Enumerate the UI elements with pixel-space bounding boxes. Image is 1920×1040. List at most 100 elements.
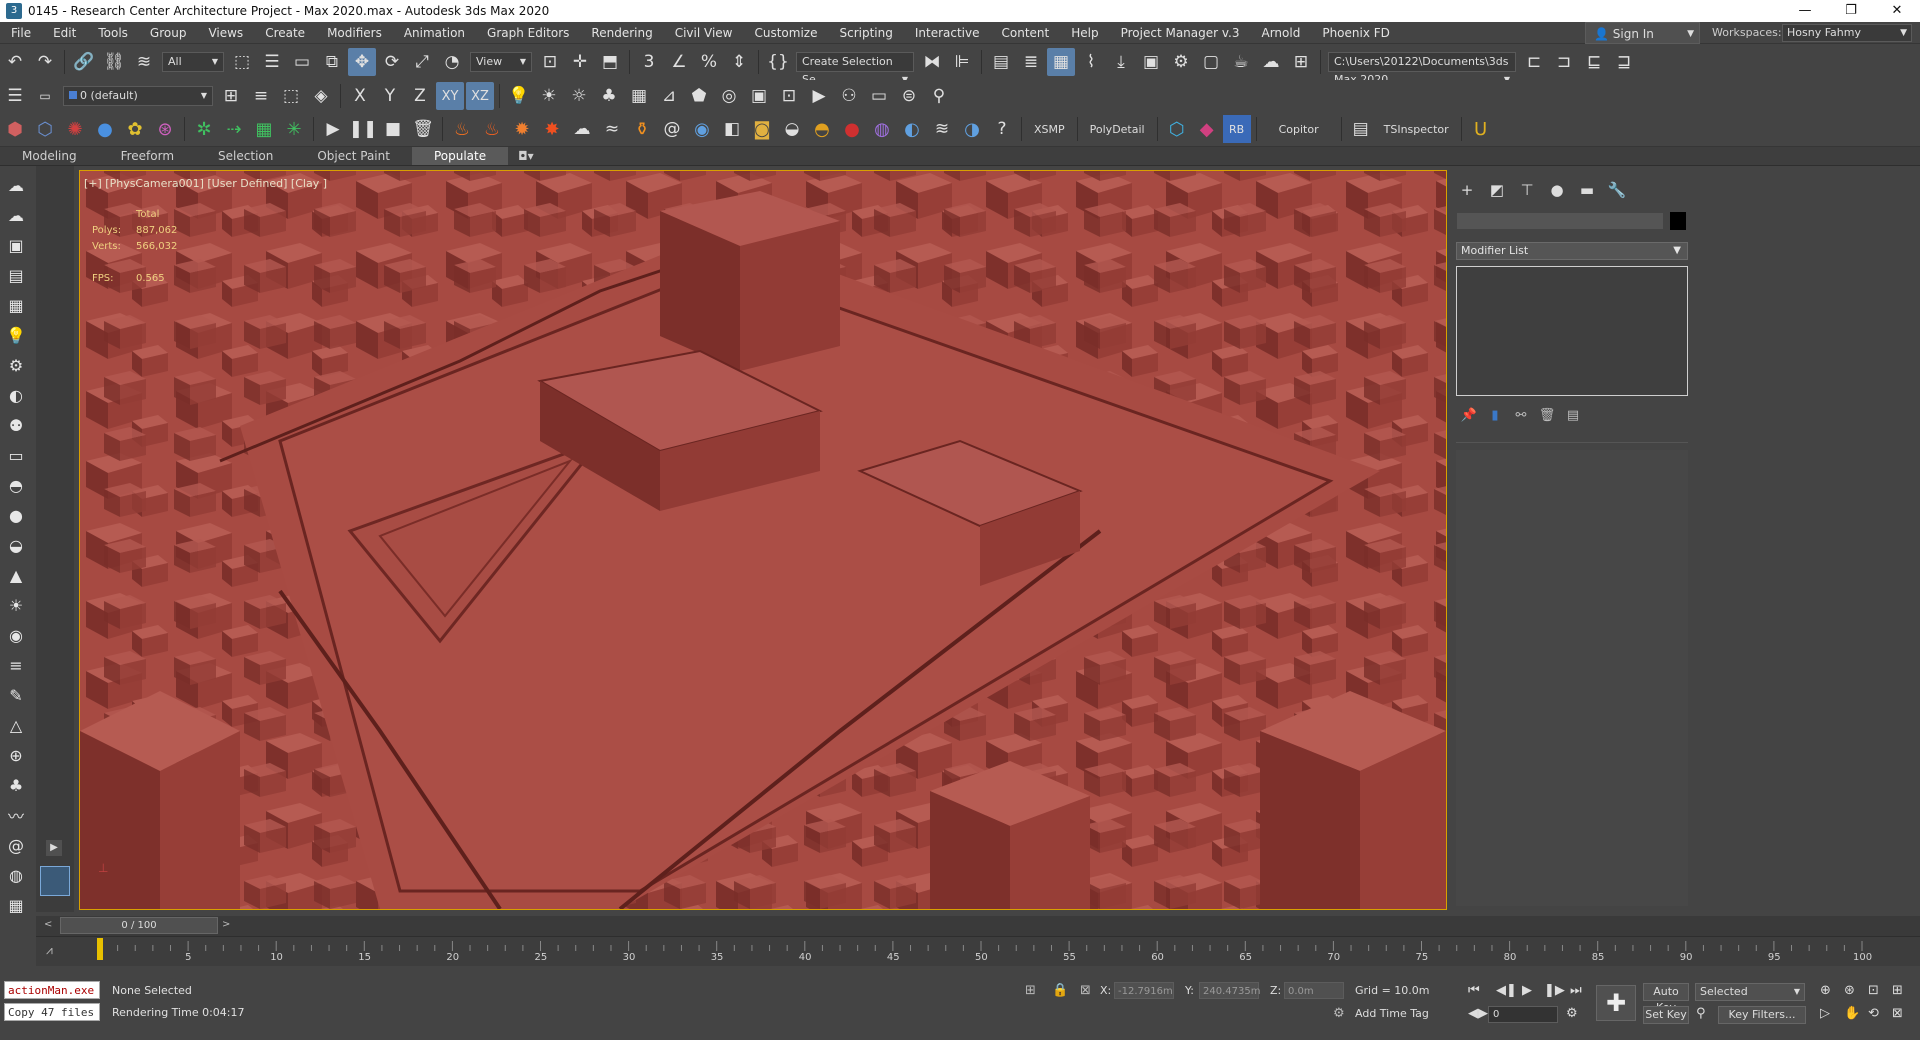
orb-icon[interactable]: ◍	[868, 115, 896, 143]
diamond-icon[interactable]: ◆	[1193, 115, 1221, 143]
cloud-icon[interactable]: ☁	[3, 172, 29, 198]
stairs-icon[interactable]: ≡	[3, 652, 29, 678]
select-object-icon[interactable]: ⬚	[228, 48, 256, 76]
menu-help[interactable]: Help	[1060, 22, 1109, 44]
mesh-icon[interactable]: ⊛	[151, 115, 179, 143]
motion-tab-icon[interactable]: ●	[1542, 178, 1572, 202]
axis-x-button[interactable]: X	[346, 82, 374, 110]
zoom-icon[interactable]: ⊕	[1820, 983, 1831, 998]
redo-icon[interactable]: ↷	[31, 48, 59, 76]
select-by-name-icon[interactable]: ☰	[258, 48, 286, 76]
schematic-view-icon[interactable]: ⤓	[1107, 48, 1135, 76]
viewport-layout-icon[interactable]	[40, 866, 70, 896]
selection-filter-dropdown[interactable]: All ▼	[162, 52, 224, 72]
axis-z-button[interactable]: Z	[406, 82, 434, 110]
a360-gallery-icon[interactable]: ⊞	[1287, 48, 1315, 76]
orbit-icon[interactable]: ⟲	[1868, 1006, 1879, 1021]
rb-button[interactable]: RB	[1222, 115, 1251, 143]
reference-coordinate-dropdown[interactable]: View ▼	[470, 52, 532, 72]
wind-icon[interactable]: ≈	[598, 115, 626, 143]
previous-frame-icon[interactable]: ◀❚	[1496, 983, 1517, 998]
dome-icon[interactable]: ◓	[3, 472, 29, 498]
menu-civil-view[interactable]: Civil View	[664, 22, 744, 44]
grid-icon[interactable]: ▦	[625, 82, 653, 110]
layer-dropdown[interactable]: 0 (default) ▼	[63, 86, 213, 106]
stop-icon[interactable]: ■	[379, 115, 407, 143]
layer-visibility-icon[interactable]: ▭	[31, 82, 59, 110]
tsinspector-icon[interactable]: ▤	[1347, 115, 1375, 143]
project-icon-2[interactable]: ⊐	[1550, 48, 1578, 76]
time-config-icon[interactable]: ⚙	[1566, 1006, 1578, 1021]
ribbon-toggle-icon[interactable]: ▦	[1047, 48, 1075, 76]
wave-icon[interactable]: ≋	[928, 115, 956, 143]
sun-icon[interactable]: ☀	[3, 592, 29, 618]
expand-arrow-icon[interactable]: ▶	[46, 840, 62, 856]
place-icon[interactable]: ◔	[438, 48, 466, 76]
menu-modifiers[interactable]: Modifiers	[316, 22, 393, 44]
ribbon-options-icon[interactable]: ◘▾	[508, 147, 544, 165]
half-circle-icon[interactable]: ◐	[3, 382, 29, 408]
torch-icon[interactable]: ⚱	[628, 115, 656, 143]
edit-named-selection-icon[interactable]: {}	[764, 48, 792, 76]
named-selection-dropdown[interactable]: Create Selection Se▼	[796, 52, 914, 86]
table-icon[interactable]: ▦	[3, 292, 29, 318]
orbit-icon[interactable]: ◎	[715, 82, 743, 110]
xsmp-button[interactable]: XSMP	[1026, 123, 1073, 136]
spinner-snap-icon[interactable]: ⇕	[725, 48, 753, 76]
auto-key-button[interactable]: Auto Key	[1643, 983, 1689, 1014]
box-icon[interactable]: ▭	[3, 442, 29, 468]
burst-icon[interactable]: ✳	[280, 115, 308, 143]
set-key-button[interactable]: Set Key	[1643, 1006, 1689, 1024]
z-coordinate-field[interactable]: 0.0m	[1284, 982, 1344, 999]
trash-icon[interactable]: 🗑	[409, 115, 437, 143]
bulb-icon[interactable]: 💡	[505, 82, 533, 110]
key-filters-button[interactable]: Key Filters...	[1718, 1006, 1806, 1024]
zoom-extents-icon[interactable]: ⊡	[1868, 983, 1879, 998]
menu-tools[interactable]: Tools	[87, 22, 139, 44]
rect-selection-icon[interactable]: ▭	[288, 48, 316, 76]
bulb-icon[interactable]: 💡	[3, 322, 29, 348]
fire-effect-icon[interactable]: ✹	[508, 115, 536, 143]
project-folder-dropdown[interactable]: C:\Users\20122\Documents\3ds Max 2020▼	[1328, 52, 1516, 86]
menu-file[interactable]: File	[0, 22, 42, 44]
people-icon[interactable]: ⚉	[3, 412, 29, 438]
liquid-icon[interactable]: ◉	[688, 115, 716, 143]
layers-stack-icon[interactable]: ≡	[247, 82, 275, 110]
next-frame-icon[interactable]: >	[222, 919, 230, 930]
rendered-frame-window-icon[interactable]: ▢	[1197, 48, 1225, 76]
menu-graph-editors[interactable]: Graph Editors	[476, 22, 580, 44]
next-frame-icon[interactable]: ❚▶	[1544, 983, 1565, 998]
field-of-view-icon[interactable]: ▷	[1820, 1006, 1830, 1021]
display-tab-icon[interactable]: ▬	[1572, 178, 1602, 202]
maximize-button[interactable]: ❐	[1828, 0, 1874, 22]
time-tag-icon[interactable]: ⚙	[1333, 1006, 1345, 1021]
menu-scripting[interactable]: Scripting	[828, 22, 903, 44]
current-frame-marker[interactable]	[97, 938, 103, 960]
menu-content[interactable]: Content	[991, 22, 1061, 44]
play-icon[interactable]: ▶	[319, 115, 347, 143]
select-manipulate-icon[interactable]: ✛	[566, 48, 594, 76]
maxscript-listener-line[interactable]: Copy 47 files	[4, 1003, 100, 1021]
tab-selection[interactable]: Selection	[196, 147, 295, 165]
zoom-extents-all-icon[interactable]: ⊞	[1892, 983, 1903, 998]
tab-object-paint[interactable]: Object Paint	[295, 147, 412, 165]
close-button[interactable]: ✕	[1874, 0, 1920, 22]
unlink-icon[interactable]: ⛓	[100, 48, 128, 76]
network-icon[interactable]: ✲	[190, 115, 218, 143]
make-unique-icon[interactable]: ⚯	[1508, 408, 1534, 423]
tab-populate[interactable]: Populate	[411, 147, 509, 165]
plant-icon[interactable]: ♣	[3, 772, 29, 798]
flame-2-icon[interactable]: ♨	[478, 115, 506, 143]
viewport-camera[interactable]: [+] [PhysCamera001] [User Defined] [Clay…	[79, 170, 1447, 910]
object-color-swatch[interactable]	[1670, 212, 1686, 230]
globe-icon[interactable]: ⊕	[3, 742, 29, 768]
ocean-icon[interactable]: ◐	[898, 115, 926, 143]
viewport-icon[interactable]: ▣	[745, 82, 773, 110]
viewport-label[interactable]: [+] [PhysCamera001] [User Defined] [Clay…	[84, 177, 327, 190]
play-icon[interactable]: ▶	[1522, 983, 1532, 998]
add-time-tag-button[interactable]: Add Time Tag	[1355, 1007, 1429, 1020]
wheel-icon[interactable]: ⚙	[3, 352, 29, 378]
tsinspector-button[interactable]: TSInspector	[1376, 123, 1457, 136]
menu-interactive[interactable]: Interactive	[904, 22, 991, 44]
axis-xy-button[interactable]: XY	[436, 82, 464, 110]
